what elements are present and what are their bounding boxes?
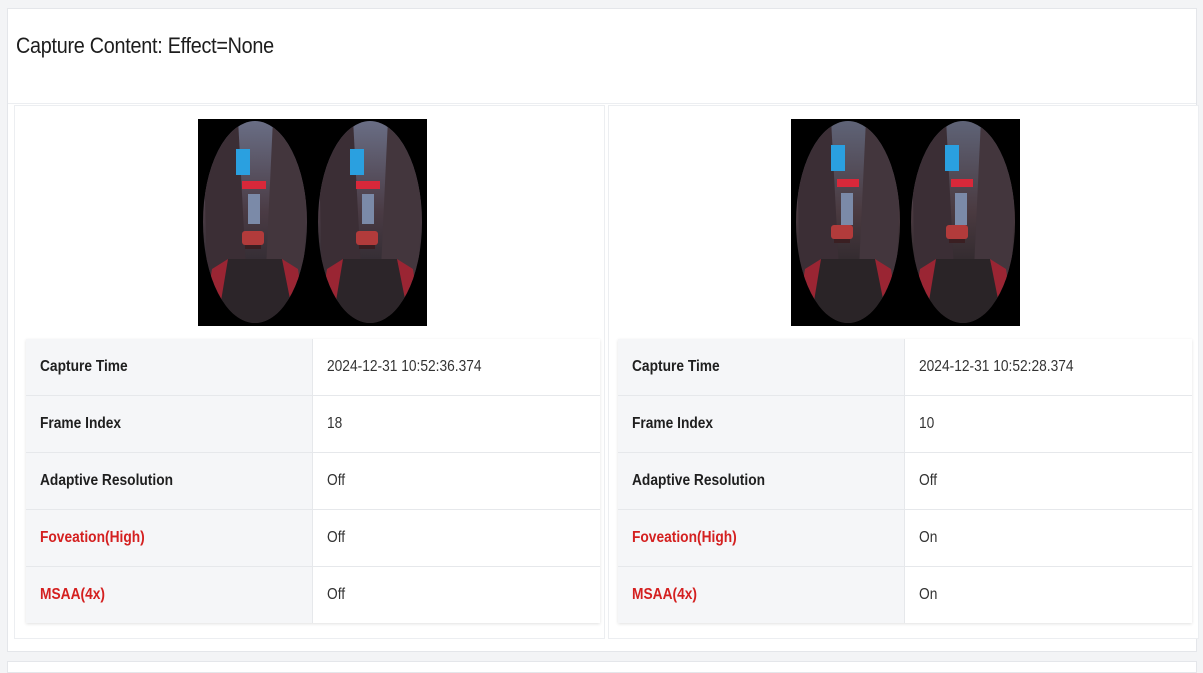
row-label: Frame Index (618, 395, 905, 453)
row-value: 2024-12-31 10:52:36.374 (312, 339, 600, 396)
row-value: On (904, 509, 1192, 567)
page-title: Capture Content: Effect=None (16, 33, 274, 58)
row-label: Capture Time (26, 339, 313, 396)
row-label-highlighted: MSAA(4x) (618, 566, 905, 623)
row-label: Adaptive Resolution (618, 452, 905, 510)
row-label: Frame Index (26, 395, 313, 453)
row-label-highlighted: Foveation(High) (26, 509, 313, 567)
row-value: Off (312, 509, 600, 567)
table-row: Adaptive Resolution Off (618, 452, 1192, 510)
row-value: 18 (312, 395, 600, 453)
table-row: Foveation(High) Off (26, 509, 600, 567)
table-row: Frame Index 10 (618, 395, 1192, 453)
capture-info-table: Capture Time 2024-12-31 10:52:36.374 Fra… (26, 339, 600, 623)
capture-content-card: Capture Content: Effect=None Capture Tim… (7, 8, 1199, 652)
capture-image[interactable] (791, 119, 1020, 326)
next-card-edge (7, 661, 1197, 673)
table-row: Adaptive Resolution Off (26, 452, 600, 510)
table-row: MSAA(4x) On (618, 566, 1192, 623)
table-row: Frame Index 18 (26, 395, 600, 453)
capture-panel-2: Capture Time 2024-12-31 10:52:28.374 Fra… (608, 105, 1199, 639)
row-label: Adaptive Resolution (26, 452, 313, 510)
table-row: MSAA(4x) Off (26, 566, 600, 623)
row-label-highlighted: Foveation(High) (618, 509, 905, 567)
row-value: 2024-12-31 10:52:28.374 (904, 339, 1192, 396)
capture-info-table: Capture Time 2024-12-31 10:52:28.374 Fra… (618, 339, 1192, 623)
title-divider (8, 103, 1196, 104)
row-value: 10 (904, 395, 1192, 453)
table-row: Foveation(High) On (618, 509, 1192, 567)
row-label: Capture Time (618, 339, 905, 396)
table-row: Capture Time 2024-12-31 10:52:28.374 (618, 339, 1192, 396)
row-label-highlighted: MSAA(4x) (26, 566, 313, 623)
row-value: Off (904, 452, 1192, 510)
capture-panel-1: Capture Time 2024-12-31 10:52:36.374 Fra… (14, 105, 605, 639)
row-value: On (904, 566, 1192, 623)
capture-image[interactable] (198, 119, 427, 326)
row-value: Off (312, 566, 600, 623)
table-row: Capture Time 2024-12-31 10:52:36.374 (26, 339, 600, 396)
row-value: Off (312, 452, 600, 510)
